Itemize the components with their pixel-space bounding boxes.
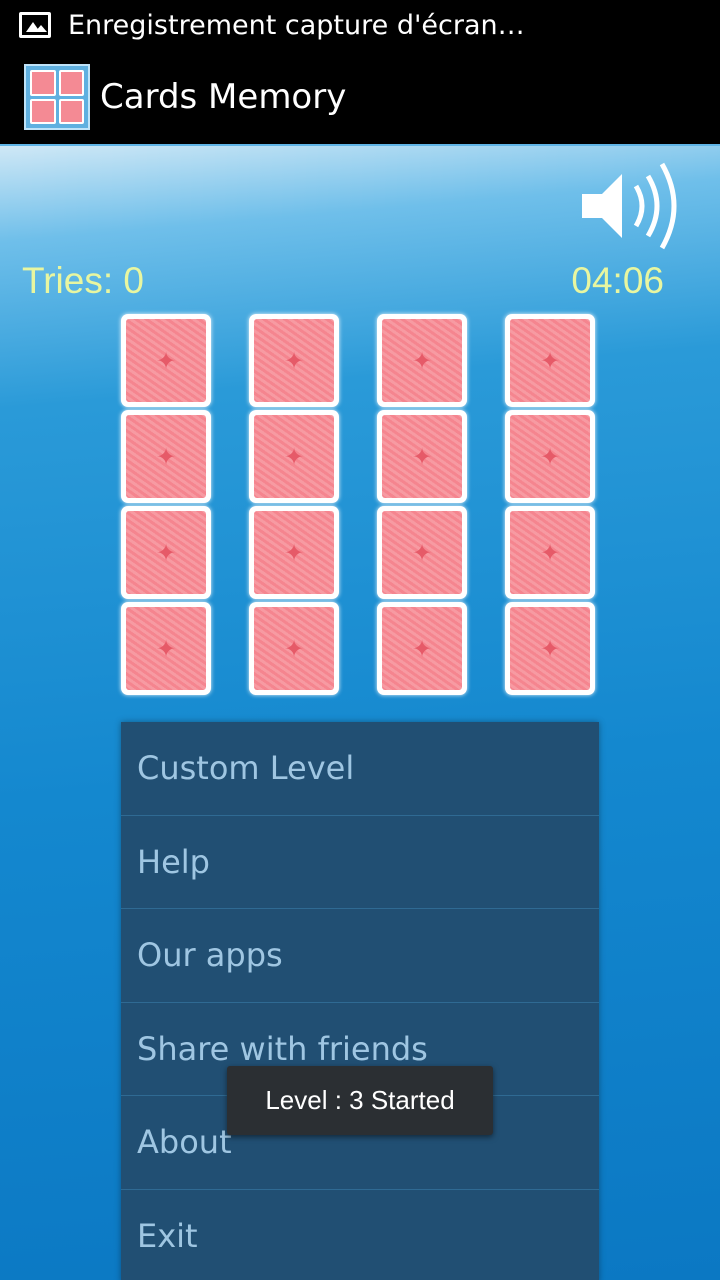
- menu-item-exit[interactable]: Exit: [121, 1190, 599, 1280]
- card-back: [126, 319, 206, 402]
- card-back: [510, 319, 590, 402]
- memory-card[interactable]: [377, 602, 467, 695]
- card-back: [510, 511, 590, 594]
- card-back: [510, 415, 590, 498]
- card-back: [254, 319, 334, 402]
- memory-card[interactable]: [377, 410, 467, 503]
- memory-card[interactable]: [121, 314, 211, 407]
- memory-card[interactable]: [505, 506, 595, 599]
- memory-card[interactable]: [121, 410, 211, 503]
- memory-card[interactable]: [249, 410, 339, 503]
- memory-card[interactable]: [121, 506, 211, 599]
- memory-card[interactable]: [249, 314, 339, 407]
- card-back: [126, 607, 206, 690]
- card-back: [382, 511, 462, 594]
- memory-card[interactable]: [505, 410, 595, 503]
- card-back: [382, 607, 462, 690]
- card-back: [382, 319, 462, 402]
- menu-item-custom-level[interactable]: Custom Level: [121, 722, 599, 816]
- options-menu: Custom Level Help Our apps Share with fr…: [121, 722, 599, 1280]
- image-icon: [19, 12, 51, 38]
- toast-message: Level : 3 Started: [227, 1066, 493, 1135]
- memory-card[interactable]: [121, 602, 211, 695]
- app-title: Cards Memory: [100, 77, 347, 117]
- card-back: [254, 511, 334, 594]
- action-bar: Cards Memory: [0, 50, 720, 144]
- card-grid: [0, 146, 720, 706]
- menu-item-help[interactable]: Help: [121, 816, 599, 909]
- card-back: [126, 511, 206, 594]
- card-back: [382, 415, 462, 498]
- memory-card[interactable]: [505, 314, 595, 407]
- memory-card[interactable]: [505, 602, 595, 695]
- memory-card[interactable]: [249, 602, 339, 695]
- card-back: [510, 607, 590, 690]
- status-bar: Enregistrement capture d'écran…: [0, 0, 720, 50]
- memory-card[interactable]: [377, 506, 467, 599]
- memory-card[interactable]: [249, 506, 339, 599]
- card-back: [254, 415, 334, 498]
- card-back: [254, 607, 334, 690]
- menu-item-our-apps[interactable]: Our apps: [121, 909, 599, 1003]
- memory-card[interactable]: [377, 314, 467, 407]
- status-notification-text: Enregistrement capture d'écran…: [68, 9, 525, 41]
- cards-app-icon[interactable]: [24, 64, 90, 130]
- card-back: [126, 415, 206, 498]
